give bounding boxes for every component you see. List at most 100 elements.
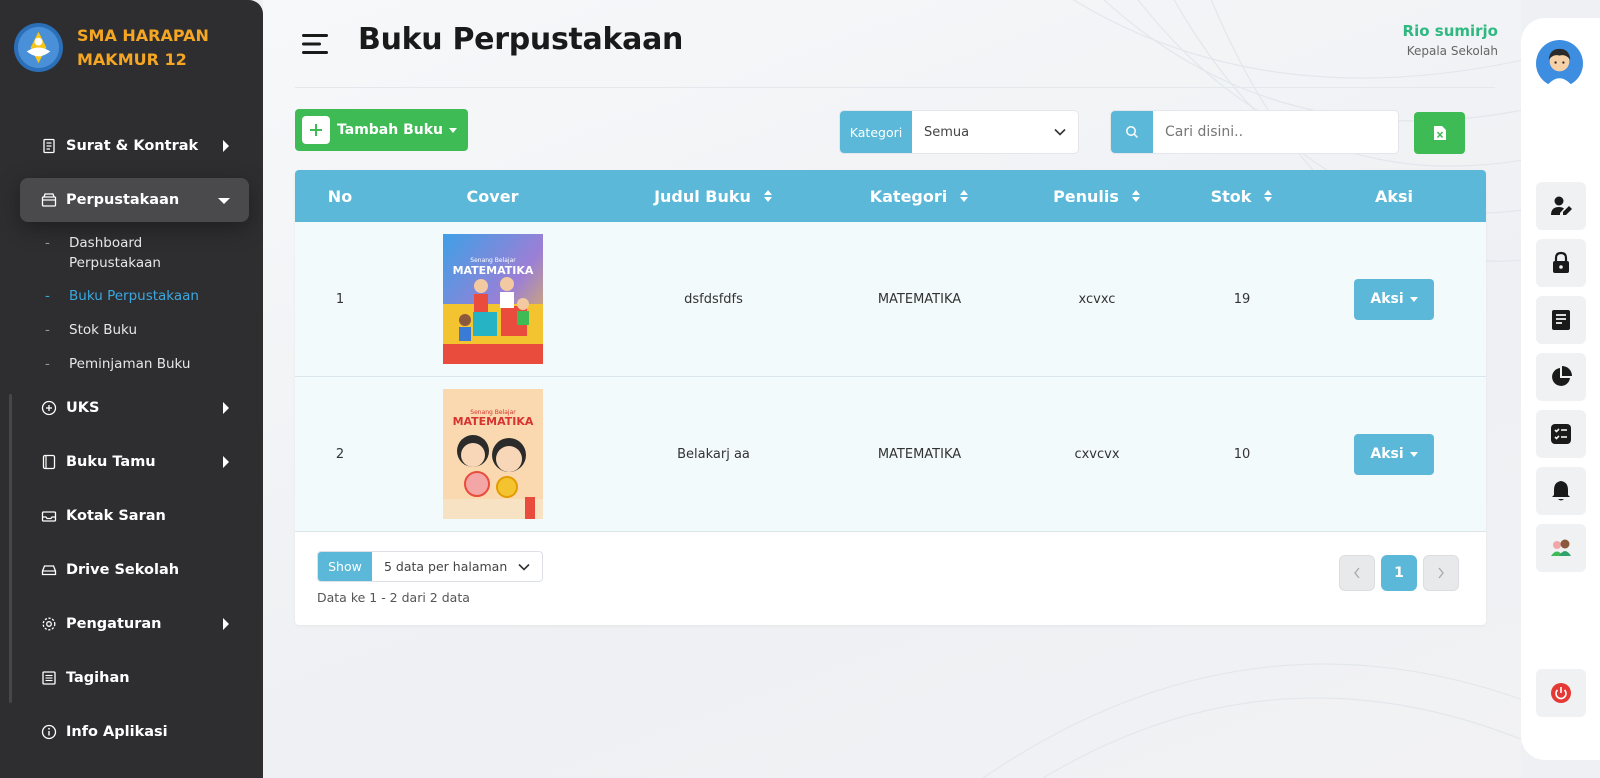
school-name: SMA HARAPAN MAKMUR 12 (77, 25, 209, 69)
caret-right-icon (223, 456, 229, 468)
data-range-info: Data ke 1 - 2 dari 2 data (317, 590, 470, 605)
sidebar-subitem-peminjaman-buku[interactable]: - Peminjaman Buku (45, 354, 229, 374)
power-icon (1551, 683, 1571, 703)
sidebar-item-kotak-saran[interactable]: Kotak Saran (20, 494, 249, 538)
search-icon[interactable] (1111, 111, 1153, 153)
sort-icon (1131, 190, 1140, 202)
caret-down-icon (218, 198, 230, 204)
aksi-dropdown-button[interactable]: Aksi (1354, 433, 1434, 475)
sidebar-item-label: Drive Sekolah (66, 562, 180, 578)
per-page-selector: Show 5 data per halaman (317, 551, 543, 582)
next-page-button[interactable] (1423, 555, 1459, 591)
page-title: Buku Perpustakaan (358, 22, 684, 57)
cell-stok: 10 (1233, 446, 1251, 462)
column-header-kategori[interactable]: Kategori (827, 170, 1012, 222)
cell-stok: 19 (1233, 291, 1251, 307)
add-book-button[interactable]: Tambah Buku (295, 109, 468, 151)
column-header-aksi: Aksi (1374, 186, 1414, 206)
pagination: 1 (1339, 555, 1459, 591)
sidebar-subitem-label: Dashboard Perpustakaan (69, 235, 161, 271)
book-cover-image[interactable]: MATEMATIKA Senang Belajar (442, 389, 543, 519)
change-password-button[interactable] (1536, 239, 1586, 287)
bell-icon (1552, 481, 1570, 501)
sidebar-subitem-dashboard-perpustakaan[interactable]: - Dashboard Perpustakaan (45, 233, 189, 273)
reports-button[interactable] (1536, 296, 1586, 344)
sidebar-item-tagihan[interactable]: Tagihan (20, 656, 249, 700)
category-select[interactable]: Semua (912, 111, 1078, 153)
edit-profile-button[interactable] (1536, 182, 1586, 230)
table-row: 1 MATEMATIKA Senang Belajar dsfdsfdfs MA… (295, 222, 1486, 377)
cover-title-text: MATEMATIKA (452, 415, 533, 428)
user-role: Kepala Sekolah (1406, 44, 1498, 58)
statistics-button[interactable] (1536, 353, 1586, 401)
books-table: No Cover Judul Buku Kategori Penulis Sto… (295, 170, 1486, 625)
hamburger-menu-icon[interactable] (302, 32, 328, 56)
chevron-left-icon (1354, 567, 1360, 579)
cover-subtitle-text: Senang Belajar (470, 409, 516, 416)
table-header: No Cover Judul Buku Kategori Penulis Sto… (295, 170, 1486, 222)
brand[interactable]: SMA HARAPAN MAKMUR 12 (13, 22, 227, 73)
sidebar-item-label: Surat & Kontrak (66, 138, 199, 154)
cell-penulis: cxvcvx (1074, 446, 1120, 462)
sidebar-item-label: Tagihan (66, 670, 130, 686)
category-label: Kategori (840, 111, 912, 153)
inbox-icon (41, 511, 57, 522)
user-avatar[interactable] (1536, 40, 1583, 87)
sidebar-item-drive-sekolah[interactable]: Drive Sekolah (20, 548, 249, 592)
sidebar-item-info-aplikasi[interactable]: Info Aplikasi (20, 710, 249, 754)
sidebar-item-pengaturan[interactable]: Pengaturan (20, 602, 249, 646)
sidebar-scroll-rail (9, 394, 12, 703)
report-icon (1552, 310, 1570, 330)
prev-page-button[interactable] (1339, 555, 1375, 591)
sidebar-item-label: Info Aplikasi (66, 724, 168, 740)
sort-icon (763, 190, 772, 202)
user-name: Rio sumirjo (1402, 22, 1498, 40)
book-cover-image[interactable]: MATEMATIKA Senang Belajar (442, 234, 543, 364)
lock-icon (1553, 251, 1569, 273)
sidebar-subitem-label: Stok Buku (69, 322, 138, 338)
show-label: Show (318, 552, 372, 581)
archive-box-icon (41, 193, 57, 207)
per-page-select[interactable]: 5 data per halaman (372, 552, 542, 581)
tasks-button[interactable] (1536, 410, 1586, 458)
export-excel-button[interactable] (1414, 112, 1465, 154)
sidebar-item-uks[interactable]: UKS (20, 386, 249, 430)
logout-button[interactable] (1536, 669, 1586, 717)
sidebar-subitem-buku-perpustakaan[interactable]: - Buku Perpustakaan (45, 286, 229, 306)
sidebar-item-buku-tamu[interactable]: Buku Tamu (20, 440, 249, 484)
cell-cover: MATEMATIKA Senang Belajar (385, 377, 600, 531)
pie-chart-icon (1552, 366, 1572, 386)
column-header-penulis[interactable]: Penulis (1012, 170, 1182, 222)
cell-kategori: MATEMATIKA (877, 291, 962, 307)
cover-subtitle-text: Senang Belajar (470, 257, 516, 264)
sidebar-item-surat-kontrak[interactable]: Surat & Kontrak (20, 124, 249, 168)
caret-right-icon (223, 618, 229, 630)
sidebar-item-label: Perpustakaan (66, 192, 180, 208)
cell-no: 1 (335, 291, 345, 307)
tut-wuri-logo-icon (13, 22, 64, 73)
column-header-judul[interactable]: Judul Buku (600, 170, 827, 222)
search-input[interactable] (1153, 111, 1398, 153)
search-box (1110, 110, 1399, 154)
right-quick-panel (1521, 18, 1600, 760)
users-button[interactable] (1536, 524, 1586, 572)
notifications-button[interactable] (1536, 467, 1586, 515)
caret-down-icon (1409, 296, 1418, 302)
gear-icon (42, 617, 56, 631)
caret-down-icon (1409, 451, 1418, 457)
column-header-stok[interactable]: Stok (1182, 170, 1302, 222)
add-book-label: Tambah Buku (337, 122, 444, 138)
receipt-icon (42, 671, 56, 685)
plus-circle-icon (41, 400, 57, 416)
sidebar-item-perpustakaan[interactable]: Perpustakaan (20, 178, 249, 222)
cover-title-text: MATEMATIKA (452, 264, 533, 277)
page-button-1[interactable]: 1 (1381, 555, 1417, 591)
aksi-dropdown-button[interactable]: Aksi (1354, 278, 1434, 320)
caret-right-icon (223, 140, 229, 152)
chevron-down-icon (518, 563, 530, 571)
sidebar-item-label: Buku Tamu (66, 454, 156, 470)
sidebar-item-label: UKS (66, 400, 100, 416)
sidebar-subitem-stok-buku[interactable]: - Stok Buku (45, 320, 189, 340)
hard-drive-icon (41, 565, 57, 576)
sidebar-item-label: Kotak Saran (66, 508, 166, 524)
